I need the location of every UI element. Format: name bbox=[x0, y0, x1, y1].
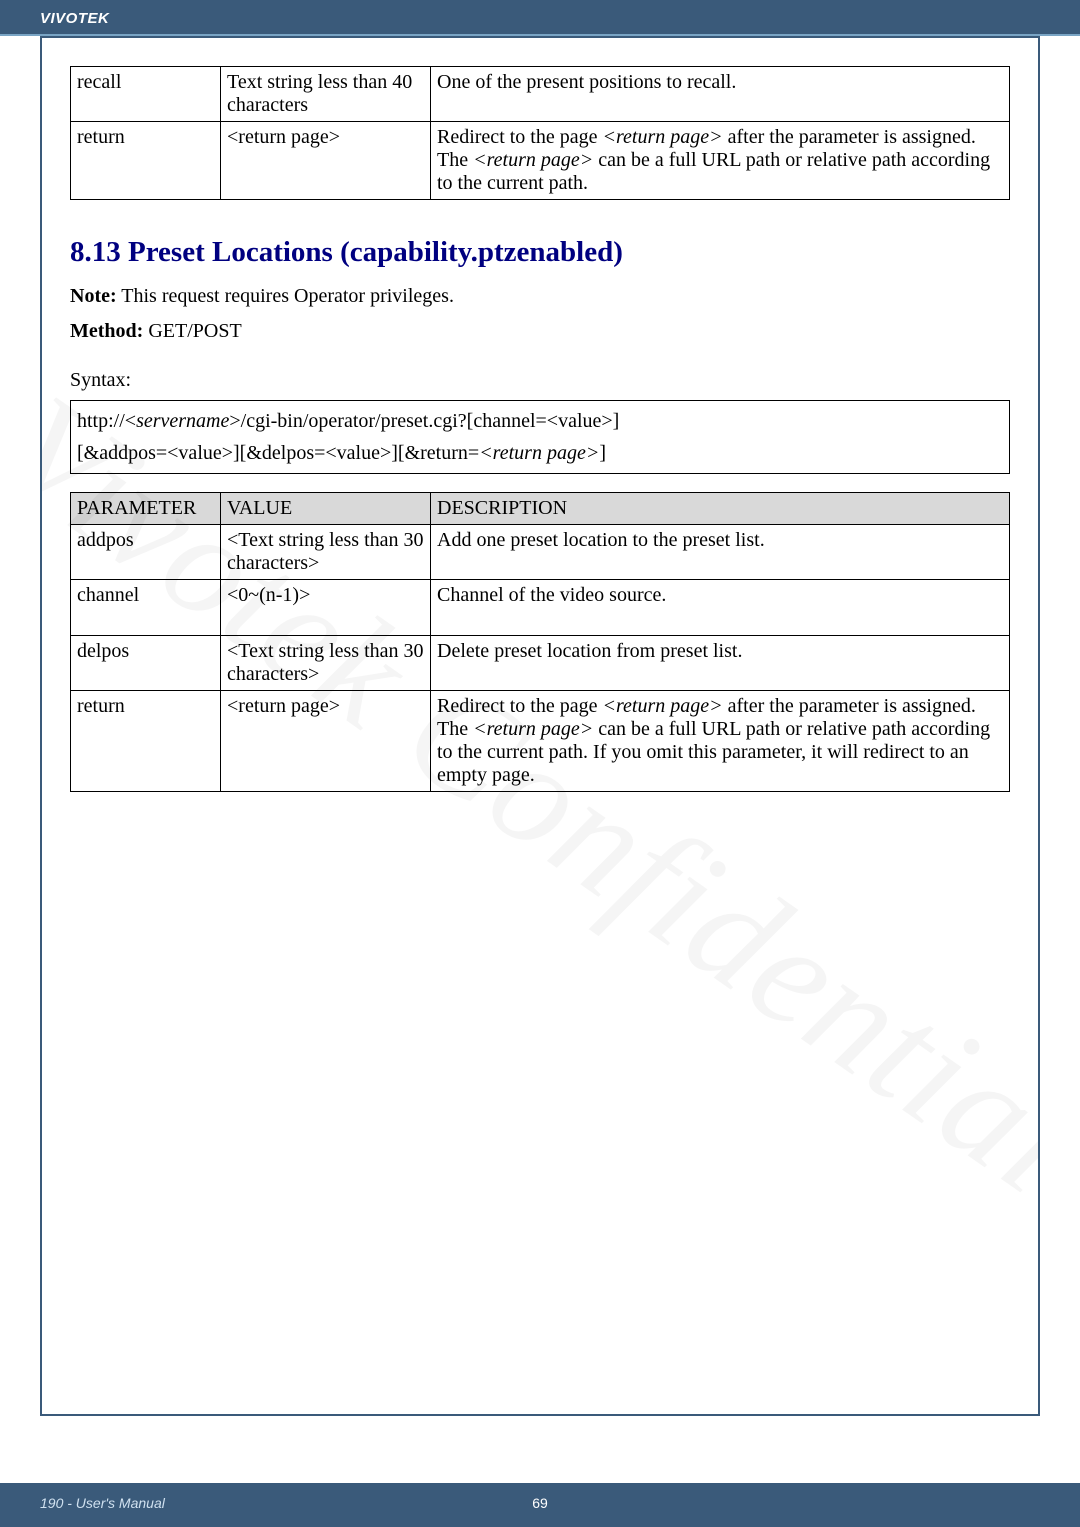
desc-text: Redirect to the page bbox=[437, 126, 603, 148]
desc-em: <return page> bbox=[473, 718, 593, 740]
cell-value: <Text string less than 30 characters> bbox=[221, 525, 431, 580]
cell-value: <return page> bbox=[221, 691, 431, 792]
syntax-line: http://<servername>/cgi-bin/operator/pre… bbox=[77, 405, 1003, 437]
table-row: return <return page> Redirect to the pag… bbox=[71, 122, 1010, 200]
cell-value: Text string less than 40 characters bbox=[221, 67, 431, 122]
syntax-box: http://<servername>/cgi-bin/operator/pre… bbox=[70, 400, 1010, 474]
syntax-label: Syntax: bbox=[70, 365, 1010, 396]
syntax-text: ] bbox=[599, 442, 606, 464]
page-footer: 190 - User's Manual 69 bbox=[0, 1483, 1080, 1527]
note-label: Note: bbox=[70, 285, 117, 307]
cell-param: return bbox=[71, 691, 221, 792]
cell-param: return bbox=[71, 122, 221, 200]
syntax-line: [&addpos=<value>][&delpos=<value>][&retu… bbox=[77, 437, 1003, 469]
desc-em: <return page> bbox=[603, 695, 723, 717]
syntax-text: [&addpos=<value>][&delpos=<value>][&retu… bbox=[77, 442, 479, 464]
note-line: Note: This request requires Operator pri… bbox=[70, 281, 1010, 312]
table-header-row: PARAMETER VALUE DESCRIPTION bbox=[71, 493, 1010, 525]
syntax-em: servername bbox=[136, 410, 229, 432]
col-header-parameter: PARAMETER bbox=[71, 493, 221, 525]
cell-value: <return page> bbox=[221, 122, 431, 200]
syntax-text: >/cgi-bin/operator/preset.cgi?[channel=<… bbox=[229, 410, 619, 432]
method-text: GET/POST bbox=[143, 320, 241, 342]
desc-em: <return page> bbox=[603, 126, 723, 148]
cell-desc: Redirect to the page <return page> after… bbox=[431, 122, 1010, 200]
syntax-text: http://< bbox=[77, 410, 136, 432]
footer-right-spacer bbox=[1036, 1495, 1040, 1511]
cell-desc: One of the present positions to recall. bbox=[431, 67, 1010, 122]
cell-value: <0~(n-1)> bbox=[221, 580, 431, 636]
table-row: recall Text string less than 40 characte… bbox=[71, 67, 1010, 122]
table-row: addpos <Text string less than 30 charact… bbox=[71, 525, 1010, 580]
cell-desc: Add one preset location to the preset li… bbox=[431, 525, 1010, 580]
cell-param: recall bbox=[71, 67, 221, 122]
page-header: VIVOTEK bbox=[0, 0, 1080, 36]
table-row: return <return page> Redirect to the pag… bbox=[71, 691, 1010, 792]
method-label: Method: bbox=[70, 320, 143, 342]
col-header-description: DESCRIPTION bbox=[431, 493, 1010, 525]
table-recall-return: recall Text string less than 40 characte… bbox=[70, 66, 1010, 200]
desc-text: Redirect to the page bbox=[437, 695, 603, 717]
syntax-em: <return page> bbox=[479, 442, 599, 464]
col-header-value: VALUE bbox=[221, 493, 431, 525]
method-line: Method: GET/POST bbox=[70, 316, 1010, 347]
table-row: delpos <Text string less than 30 charact… bbox=[71, 636, 1010, 691]
note-text: This request requires Operator privilege… bbox=[117, 285, 454, 307]
cell-desc: Channel of the video source. bbox=[431, 580, 1010, 636]
cell-value: <Text string less than 30 characters> bbox=[221, 636, 431, 691]
brand-text: VIVOTEK bbox=[40, 10, 109, 27]
desc-em: <return page> bbox=[473, 149, 593, 171]
section-heading: 8.13 Preset Locations (capability.ptzena… bbox=[70, 236, 1010, 269]
cell-param: channel bbox=[71, 580, 221, 636]
page-frame: Vivotek Confidential recall Text string … bbox=[40, 36, 1040, 1416]
cell-param: addpos bbox=[71, 525, 221, 580]
table-parameters: PARAMETER VALUE DESCRIPTION addpos <Text… bbox=[70, 492, 1010, 792]
cell-desc: Redirect to the page <return page> after… bbox=[431, 691, 1010, 792]
footer-page-number: 69 bbox=[532, 1495, 548, 1511]
table-row: channel <0~(n-1)> Channel of the video s… bbox=[71, 580, 1010, 636]
footer-left: 190 - User's Manual bbox=[40, 1495, 165, 1511]
cell-param: delpos bbox=[71, 636, 221, 691]
cell-desc: Delete preset location from preset list. bbox=[431, 636, 1010, 691]
